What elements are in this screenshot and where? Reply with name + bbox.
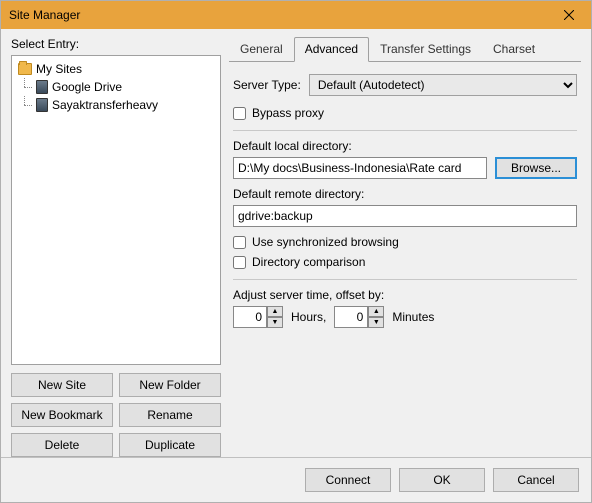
bypass-proxy-label: Bypass proxy bbox=[252, 106, 324, 120]
main-area: Select Entry: My Sites Google Drive Saya… bbox=[1, 29, 591, 457]
minutes-input[interactable] bbox=[334, 306, 368, 328]
dir-comparison-input[interactable] bbox=[233, 256, 246, 269]
site-manager-window: Site Manager Select Entry: My Sites Goog… bbox=[0, 0, 592, 503]
bypass-proxy-checkbox[interactable]: Bypass proxy bbox=[233, 106, 577, 120]
tree-item[interactable]: Sayaktransferheavy bbox=[14, 96, 218, 114]
tab-bar: General Advanced Transfer Settings Chars… bbox=[229, 37, 581, 62]
default-local-input[interactable] bbox=[233, 157, 487, 179]
close-icon bbox=[564, 10, 574, 20]
new-bookmark-button[interactable]: New Bookmark bbox=[11, 403, 113, 427]
new-folder-button[interactable]: New Folder bbox=[119, 373, 221, 397]
window-title: Site Manager bbox=[9, 8, 80, 22]
duplicate-button[interactable]: Duplicate bbox=[119, 433, 221, 457]
connect-button[interactable]: Connect bbox=[305, 468, 391, 492]
minutes-label: Minutes bbox=[392, 310, 434, 324]
entry-buttons: New Site New Folder New Bookmark Rename … bbox=[11, 373, 221, 457]
tab-advanced[interactable]: Advanced bbox=[294, 37, 369, 62]
default-remote-row bbox=[233, 205, 577, 227]
minutes-spin-buttons: ▲ ▼ bbox=[368, 306, 384, 328]
tree-root[interactable]: My Sites bbox=[14, 60, 218, 78]
hours-label: Hours, bbox=[291, 310, 326, 324]
select-entry-label: Select Entry: bbox=[11, 37, 221, 51]
server-icon bbox=[36, 80, 48, 94]
tree-item-label: Sayaktransferheavy bbox=[52, 98, 158, 112]
time-offset-row: ▲ ▼ Hours, ▲ ▼ Minutes bbox=[233, 306, 577, 328]
minutes-spinner[interactable]: ▲ ▼ bbox=[334, 306, 384, 328]
dialog-footer: Connect OK Cancel bbox=[1, 457, 591, 502]
browse-button[interactable]: Browse... bbox=[495, 157, 577, 179]
sync-browsing-label: Use synchronized browsing bbox=[252, 235, 399, 249]
default-local-row: Browse... bbox=[233, 157, 577, 179]
ok-button[interactable]: OK bbox=[399, 468, 485, 492]
rename-button[interactable]: Rename bbox=[119, 403, 221, 427]
default-local-label: Default local directory: bbox=[233, 139, 577, 153]
tab-general[interactable]: General bbox=[229, 37, 294, 62]
cancel-button[interactable]: Cancel bbox=[493, 468, 579, 492]
new-site-button[interactable]: New Site bbox=[11, 373, 113, 397]
hours-spinner[interactable]: ▲ ▼ bbox=[233, 306, 283, 328]
left-panel: Select Entry: My Sites Google Drive Saya… bbox=[11, 37, 221, 457]
bypass-proxy-input[interactable] bbox=[233, 107, 246, 120]
tree-root-label: My Sites bbox=[36, 62, 82, 76]
hours-up-button[interactable]: ▲ bbox=[267, 306, 283, 317]
sync-browsing-checkbox[interactable]: Use synchronized browsing bbox=[233, 235, 577, 249]
tab-transfer-settings[interactable]: Transfer Settings bbox=[369, 37, 482, 62]
advanced-panel: Server Type: Default (Autodetect) Bypass… bbox=[229, 62, 581, 457]
folder-icon bbox=[18, 63, 32, 75]
default-remote-label: Default remote directory: bbox=[233, 187, 577, 201]
separator bbox=[233, 279, 577, 280]
site-tree[interactable]: My Sites Google Drive Sayaktransferheavy bbox=[11, 55, 221, 365]
right-panel: General Advanced Transfer Settings Chars… bbox=[229, 37, 581, 457]
server-icon bbox=[36, 98, 48, 112]
sync-browsing-input[interactable] bbox=[233, 236, 246, 249]
tab-charset[interactable]: Charset bbox=[482, 37, 546, 62]
minutes-up-button[interactable]: ▲ bbox=[368, 306, 384, 317]
dialog-body: Select Entry: My Sites Google Drive Saya… bbox=[1, 29, 591, 502]
hours-input[interactable] bbox=[233, 306, 267, 328]
hours-spin-buttons: ▲ ▼ bbox=[267, 306, 283, 328]
default-remote-input[interactable] bbox=[233, 205, 577, 227]
delete-button[interactable]: Delete bbox=[11, 433, 113, 457]
hours-down-button[interactable]: ▼ bbox=[267, 317, 283, 328]
tree-item-label: Google Drive bbox=[52, 80, 122, 94]
dir-comparison-checkbox[interactable]: Directory comparison bbox=[233, 255, 577, 269]
close-button[interactable] bbox=[547, 1, 591, 29]
server-type-select[interactable]: Default (Autodetect) bbox=[309, 74, 577, 96]
server-type-row: Server Type: Default (Autodetect) bbox=[233, 74, 577, 96]
tree-item[interactable]: Google Drive bbox=[14, 78, 218, 96]
dir-comparison-label: Directory comparison bbox=[252, 255, 365, 269]
separator bbox=[233, 130, 577, 131]
server-type-label: Server Type: bbox=[233, 78, 301, 92]
minutes-down-button[interactable]: ▼ bbox=[368, 317, 384, 328]
titlebar: Site Manager bbox=[1, 1, 591, 29]
adjust-time-label: Adjust server time, offset by: bbox=[233, 288, 577, 302]
